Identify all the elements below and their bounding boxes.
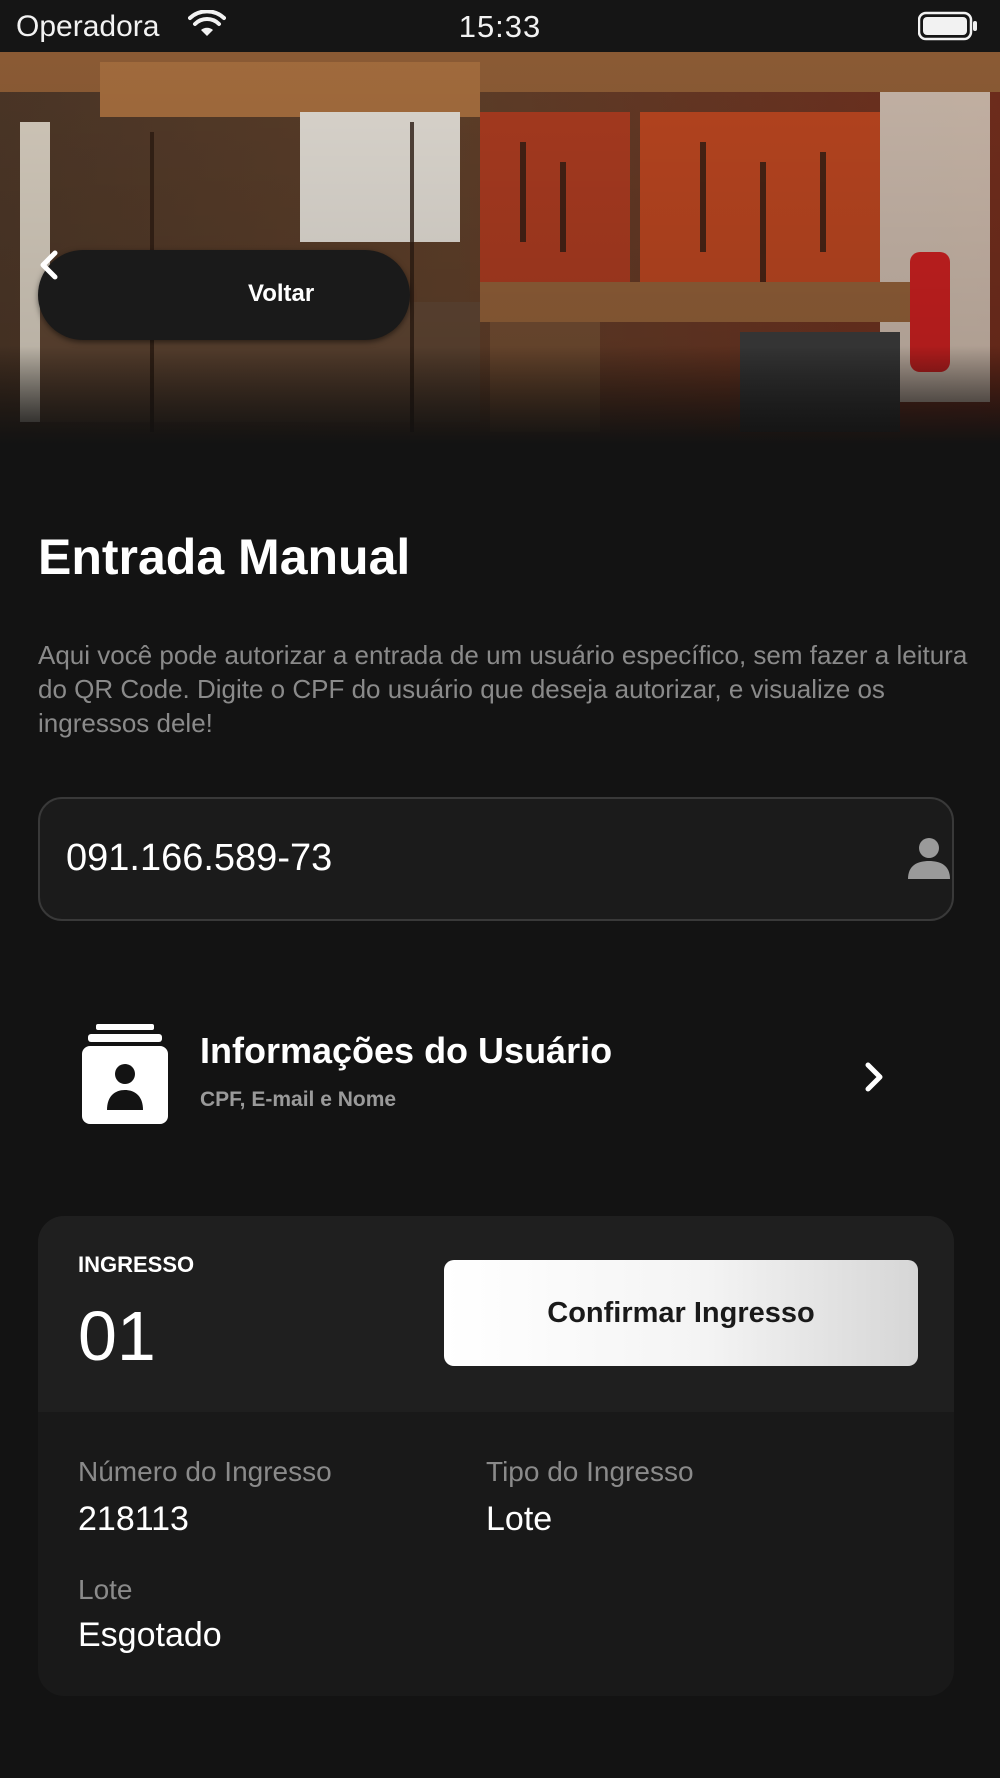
back-button[interactable]: Voltar (38, 250, 410, 340)
back-button-label: Voltar (248, 280, 315, 307)
user-info-title: Informações do Usuário (200, 1030, 613, 1071)
ticket-card: INGRESSO 01 Confirmar Ingresso Número do… (38, 1216, 954, 1696)
batch-value: Esgotado (78, 1616, 222, 1654)
confirm-ticket-button[interactable]: Confirmar Ingresso (444, 1260, 918, 1366)
batch-label: Lote (78, 1574, 133, 1605)
chevron-right-icon (865, 1062, 883, 1092)
cpf-input[interactable]: 091.166.589-73 (38, 797, 954, 921)
user-info-subtitle: CPF, E-mail e Nome (200, 1088, 397, 1111)
ticket-type-value: Lote (486, 1500, 553, 1538)
status-time: 15:33 (458, 9, 542, 44)
ticket-type-label: Tipo do Ingresso (486, 1456, 694, 1487)
battery-icon (918, 11, 977, 41)
page-title: Entrada Manual (38, 529, 411, 585)
screen: Operadora 15:33 Voltar Entrada Manual Aq… (0, 0, 1000, 1778)
id-card-icon (82, 1024, 168, 1124)
ticket-header: INGRESSO 01 Confirmar Ingresso (38, 1216, 954, 1412)
ticket-label: INGRESSO (78, 1252, 195, 1277)
hero-image: Voltar (0, 52, 1000, 444)
ticket-number-value: 218113 (78, 1500, 189, 1538)
workshop-photo (0, 52, 1000, 444)
status-bar: Operadora 15:33 (0, 0, 1000, 52)
ticket-number: 01 (78, 1297, 156, 1375)
ticket-number-label: Número do Ingresso (78, 1456, 332, 1487)
chevron-left-icon (40, 250, 58, 280)
user-info-row[interactable]: Informações do Usuário CPF, E-mail e Nom… (82, 1010, 902, 1130)
user-icon (908, 838, 950, 879)
cpf-input-value: 091.166.589-73 (66, 837, 333, 879)
page-description: Aqui você pode autorizar a entrada de um… (38, 640, 968, 738)
